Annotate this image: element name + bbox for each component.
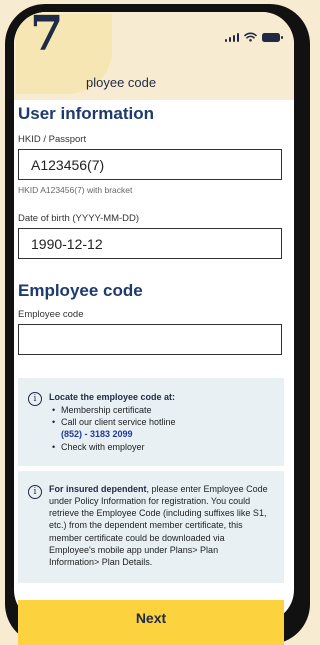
info-body: Locate the employee code at: Membership …	[49, 391, 270, 453]
hotline-text: Call our client service hotline	[61, 417, 176, 428]
employee-code-input[interactable]	[18, 324, 282, 355]
info-item-hotline: Call our client service hotline (852) - …	[52, 416, 270, 440]
next-button[interactable]: Next	[18, 600, 284, 645]
wifi-icon	[244, 32, 257, 42]
user-info-heading: User information	[18, 104, 155, 123]
hkid-hint: HKID A123456(7) with bracket	[18, 185, 133, 195]
employee-code-label: Employee code	[18, 309, 84, 320]
dependent-info-bold: For insured dependent	[49, 484, 147, 494]
employee-code-info-box: i Locate the employee code at: Membershi…	[18, 378, 284, 466]
employee-code-heading: Employee code	[18, 281, 143, 300]
dependent-info-text: For insured dependent, please enter Empl…	[49, 483, 270, 568]
step-number: 7	[30, 6, 64, 62]
info-item-employer: Check with employer	[52, 441, 270, 453]
battery-icon	[262, 32, 283, 42]
hkid-label: HKID / Passport	[18, 134, 87, 145]
info-icon: i	[28, 485, 42, 499]
signal-icon	[224, 32, 239, 42]
dob-label: Date of birth (YYYY-MM-DD)	[18, 213, 140, 224]
user-info-section: User information HKID / Passport A123456…	[18, 104, 282, 355]
info-title: Locate the employee code at:	[49, 392, 176, 402]
status-bar	[224, 32, 283, 42]
info-item-certificate: Membership certificate	[52, 404, 270, 416]
dob-input[interactable]: 1990-12-12	[18, 228, 282, 259]
page-title: ployee code	[86, 75, 157, 90]
dependent-info-rest: , please enter Employee Code under Polic…	[49, 484, 268, 567]
dependent-info-box: i For insured dependent, please enter Em…	[18, 471, 284, 583]
info-icon: i	[28, 392, 42, 406]
info-list: Membership certificate Call our client s…	[49, 404, 270, 453]
hotline-number[interactable]: (852) - 3183 2099	[61, 429, 133, 439]
hkid-input[interactable]: A123456(7)	[18, 149, 282, 180]
